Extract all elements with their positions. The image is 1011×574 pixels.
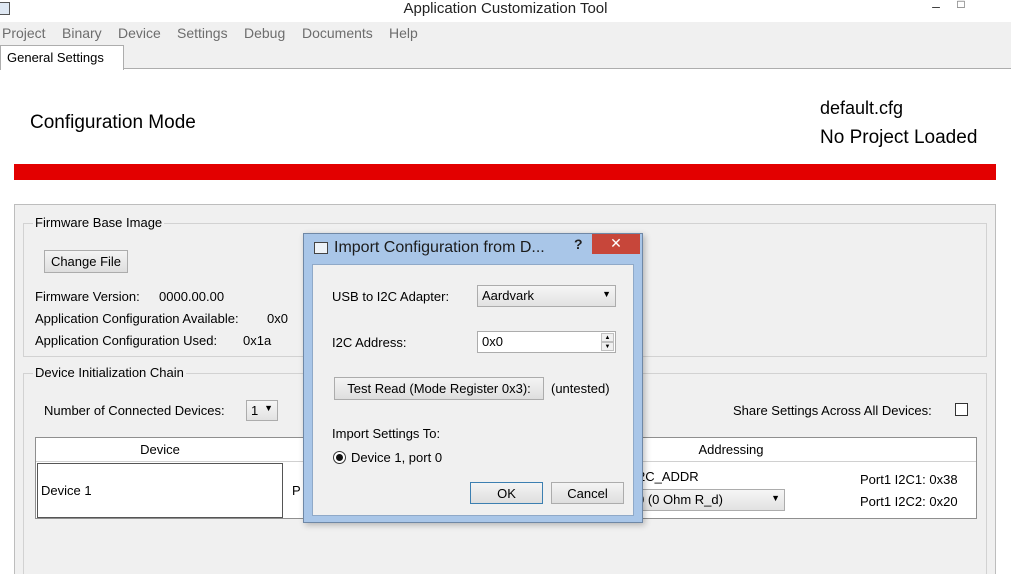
i2c-addr-select-value: 0 (0 Ohm R_d) <box>637 492 723 507</box>
import-target-radio[interactable] <box>333 451 346 464</box>
status-bar-red <box>14 164 996 180</box>
project-status: No Project Loaded <box>820 127 978 148</box>
menu-settings[interactable]: Settings <box>177 25 228 41</box>
help-icon[interactable]: ? <box>574 236 583 252</box>
chevron-down-icon: ▼ <box>771 493 780 503</box>
adapter-select[interactable]: Aardvark ▼ <box>477 285 616 307</box>
i2c-address-value: 0x0 <box>482 334 503 349</box>
config-available-label: Application Configuration Available: <box>35 311 239 326</box>
share-settings-checkbox[interactable] <box>955 403 968 416</box>
import-target-label: Device 1, port 0 <box>351 450 443 465</box>
i2c-address-input[interactable]: 0x0 ▲ ▼ <box>477 331 616 353</box>
i2c-addr-label: 2C_ADDR <box>638 469 699 484</box>
spin-up-icon[interactable]: ▲ <box>601 333 614 342</box>
column-header-device: Device <box>36 438 284 462</box>
column-header-addressing: Addressing <box>698 442 764 457</box>
minimize-button[interactable]: – <box>926 0 946 14</box>
config-used-value: 0x1a <box>243 333 272 348</box>
i2c-addr-select[interactable]: 0 (0 Ohm R_d) ▼ <box>621 489 785 511</box>
import-to-label: Import Settings To: <box>332 426 441 441</box>
config-used-label: Application Configuration Used: <box>35 333 218 348</box>
menu-documents[interactable]: Documents <box>302 25 373 41</box>
share-settings-label: Share Settings Across All Devices: <box>733 403 932 418</box>
test-read-status: (untested) <box>551 381 610 396</box>
dialog-window-icon <box>314 242 328 254</box>
port-cell-partial: P <box>292 483 301 498</box>
firmware-version-label: Firmware Version: <box>35 289 140 304</box>
device-count-select[interactable]: 1 ▼ <box>246 400 278 421</box>
menu-bar: Project Binary Device Settings Debug Doc… <box>0 22 1011 44</box>
port1-i2c1-address: Port1 I2C1: 0x38 <box>860 472 958 487</box>
menu-binary[interactable]: Binary <box>62 25 102 41</box>
chevron-down-icon: ▼ <box>264 403 273 413</box>
mode-title: Configuration Mode <box>30 112 196 133</box>
device-count-label: Number of Connected Devices: <box>44 403 225 418</box>
menu-device[interactable]: Device <box>118 25 161 41</box>
adapter-label: USB to I2C Adapter: <box>332 289 450 304</box>
cancel-button[interactable]: Cancel <box>551 482 624 504</box>
chevron-down-icon: ▼ <box>602 289 611 299</box>
dialog-title: Import Configuration from D... <box>334 239 545 256</box>
test-read-button[interactable]: Test Read (Mode Register 0x3): <box>334 377 544 400</box>
dialog-close-button[interactable]: ✕ <box>592 234 640 254</box>
spin-down-icon[interactable]: ▼ <box>601 342 614 351</box>
menu-debug[interactable]: Debug <box>244 25 285 41</box>
import-config-dialog: Import Configuration from D... ? ✕ USB t… <box>303 233 643 523</box>
window-title: Application Customization Tool <box>403 0 608 17</box>
config-file-name: default.cfg <box>820 98 904 118</box>
i2c-address-label: I2C Address: <box>332 335 407 350</box>
device-cell[interactable]: Device 1 <box>37 463 283 518</box>
device-count-value: 1 <box>251 403 259 418</box>
port1-i2c2-address: Port1 I2C2: 0x20 <box>860 494 958 509</box>
tab-general-settings[interactable]: General Settings <box>0 45 124 70</box>
change-file-button[interactable]: Change File <box>44 250 128 273</box>
menu-help[interactable]: Help <box>389 25 418 41</box>
adapter-select-value: Aardvark <box>482 288 535 303</box>
tab-strip: General Settings <box>0 44 1011 70</box>
menu-project[interactable]: Project <box>2 25 46 41</box>
firmware-version-value: 0000.00.00 <box>159 289 225 304</box>
maximize-button[interactable]: □ <box>951 0 971 11</box>
ok-button[interactable]: OK <box>470 482 543 504</box>
device-name: Device 1 <box>41 483 92 498</box>
firmware-group-title: Firmware Base Image <box>33 215 165 230</box>
dialog-body: USB to I2C Adapter: Aardvark ▼ I2C Addre… <box>312 264 634 516</box>
title-bar: Application Customization Tool – □ <box>0 0 1011 22</box>
config-available-value: 0x0 <box>267 311 288 326</box>
device-chain-group-title: Device Initialization Chain <box>33 365 186 380</box>
